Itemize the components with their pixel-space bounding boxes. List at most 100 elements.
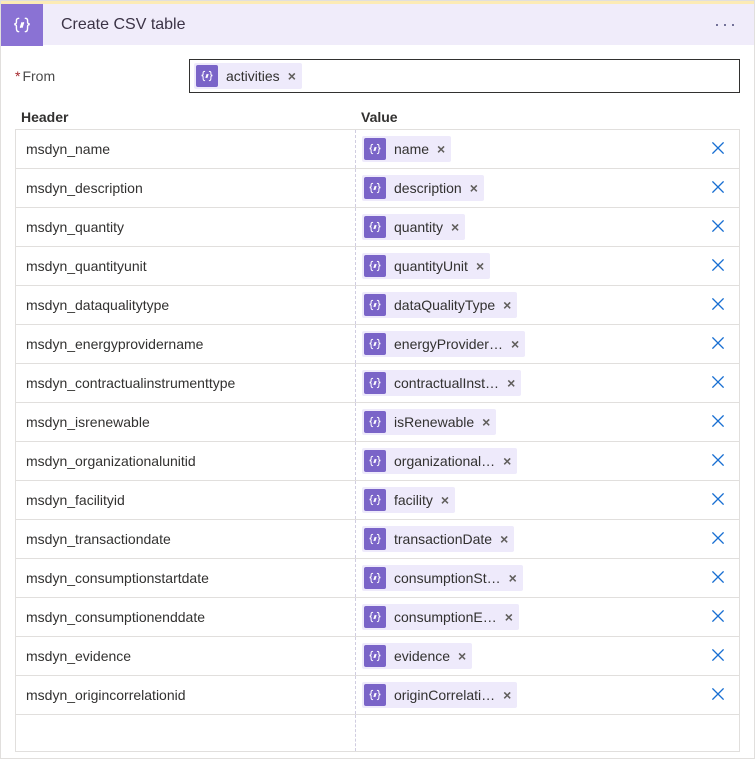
row-delete-cell xyxy=(699,286,739,324)
value-token[interactable]: organizational… × xyxy=(362,448,517,474)
value-token[interactable]: originCorrelati… × xyxy=(362,682,517,708)
delete-row-button[interactable] xyxy=(709,529,729,549)
value-cell[interactable]: isRenewable × xyxy=(356,403,699,441)
value-cell[interactable]: quantityUnit × xyxy=(356,247,699,285)
header-cell[interactable]: msdyn_energyprovidername xyxy=(16,325,356,363)
header-cell[interactable] xyxy=(16,715,356,751)
value-token[interactable]: name × xyxy=(362,136,451,162)
mapping-rows: msdyn_name name × msdyn_description xyxy=(15,129,740,752)
value-token[interactable]: evidence × xyxy=(362,643,472,669)
delete-row-button[interactable] xyxy=(709,568,729,588)
value-token-remove[interactable]: × xyxy=(503,297,511,313)
value-cell[interactable]: name × xyxy=(356,130,699,168)
header-cell[interactable]: msdyn_facilityid xyxy=(16,481,356,519)
delete-row-button[interactable] xyxy=(709,373,729,393)
from-label: *From xyxy=(15,68,189,84)
value-token-remove[interactable]: × xyxy=(503,453,511,469)
header-cell[interactable]: msdyn_quantityunit xyxy=(16,247,356,285)
value-token-remove[interactable]: × xyxy=(509,570,517,586)
value-token-remove[interactable]: × xyxy=(476,258,484,274)
value-token[interactable]: quantity × xyxy=(362,214,465,240)
from-input[interactable]: activities × xyxy=(189,59,740,93)
header-cell[interactable]: msdyn_consumptionstartdate xyxy=(16,559,356,597)
value-cell[interactable]: description × xyxy=(356,169,699,207)
value-token-remove[interactable]: × xyxy=(482,414,490,430)
delete-row-button[interactable] xyxy=(709,646,729,666)
value-cell[interactable]: originCorrelati… × xyxy=(356,676,699,714)
delete-row-button[interactable] xyxy=(709,334,729,354)
header-cell[interactable]: msdyn_organizationalunitid xyxy=(16,442,356,480)
value-cell[interactable] xyxy=(356,715,699,751)
value-token[interactable]: consumptionE… × xyxy=(362,604,519,630)
delete-row-button[interactable] xyxy=(709,295,729,315)
value-cell[interactable]: quantity × xyxy=(356,208,699,246)
value-token-remove[interactable]: × xyxy=(511,336,519,352)
header-cell[interactable]: msdyn_evidence xyxy=(16,637,356,675)
header-cell[interactable]: msdyn_origincorrelationid xyxy=(16,676,356,714)
value-cell[interactable]: contractualInst… × xyxy=(356,364,699,402)
value-token-label: energyProvider… xyxy=(394,336,503,352)
value-token-remove[interactable]: × xyxy=(500,531,508,547)
value-token-remove[interactable]: × xyxy=(503,687,511,703)
value-token[interactable]: contractualInst… × xyxy=(362,370,521,396)
action-body: *From activities × Header Value msdyn_na… xyxy=(1,45,754,758)
value-token[interactable]: facility × xyxy=(362,487,455,513)
value-token[interactable]: transactionDate × xyxy=(362,526,514,552)
row-delete-cell xyxy=(699,676,739,714)
value-cell[interactable]: transactionDate × xyxy=(356,520,699,558)
value-token-label: description xyxy=(394,180,462,196)
header-cell[interactable]: msdyn_contractualinstrumenttype xyxy=(16,364,356,402)
value-cell[interactable]: consumptionSt… × xyxy=(356,559,699,597)
value-token-remove[interactable]: × xyxy=(451,219,459,235)
value-cell[interactable]: organizational… × xyxy=(356,442,699,480)
value-token[interactable]: description × xyxy=(362,175,484,201)
mapping-row: msdyn_facilityid facility × xyxy=(16,481,739,520)
expression-icon xyxy=(364,528,386,550)
row-delete-cell xyxy=(699,637,739,675)
header-cell[interactable]: msdyn_quantity xyxy=(16,208,356,246)
value-token[interactable]: dataQualityType × xyxy=(362,292,517,318)
from-token[interactable]: activities × xyxy=(194,63,302,89)
header-text: msdyn_dataqualitytype xyxy=(26,297,169,313)
value-token-label: originCorrelati… xyxy=(394,687,495,703)
value-cell[interactable]: facility × xyxy=(356,481,699,519)
header-text: msdyn_organizationalunitid xyxy=(26,453,196,469)
delete-row-button[interactable] xyxy=(709,412,729,432)
delete-row-button[interactable] xyxy=(709,178,729,198)
value-token-remove[interactable]: × xyxy=(441,492,449,508)
value-token-remove[interactable]: × xyxy=(505,609,513,625)
value-token-remove[interactable]: × xyxy=(458,648,466,664)
header-cell[interactable]: msdyn_name xyxy=(16,130,356,168)
expression-icon xyxy=(364,216,386,238)
delete-row-button[interactable] xyxy=(709,139,729,159)
value-token[interactable]: consumptionSt… × xyxy=(362,565,523,591)
value-token-remove[interactable]: × xyxy=(470,180,478,196)
value-cell[interactable]: energyProvider… × xyxy=(356,325,699,363)
header-text: msdyn_name xyxy=(26,141,110,157)
delete-row-button[interactable] xyxy=(709,451,729,471)
header-cell[interactable]: msdyn_isrenewable xyxy=(16,403,356,441)
value-token[interactable]: quantityUnit × xyxy=(362,253,490,279)
header-cell[interactable]: msdyn_consumptionenddate xyxy=(16,598,356,636)
delete-row-button[interactable] xyxy=(709,217,729,237)
value-token[interactable]: energyProvider… × xyxy=(362,331,525,357)
delete-row-button[interactable] xyxy=(709,256,729,276)
value-cell[interactable]: consumptionE… × xyxy=(356,598,699,636)
value-token-remove[interactable]: × xyxy=(437,141,445,157)
header-text: msdyn_origincorrelationid xyxy=(26,687,186,703)
action-menu-button[interactable]: ··· xyxy=(708,10,744,39)
delete-row-button[interactable] xyxy=(709,685,729,705)
header-cell[interactable]: msdyn_description xyxy=(16,169,356,207)
row-delete-cell xyxy=(699,364,739,402)
header-cell[interactable]: msdyn_transactiondate xyxy=(16,520,356,558)
value-token[interactable]: isRenewable × xyxy=(362,409,496,435)
delete-row-button[interactable] xyxy=(709,607,729,627)
from-token-remove[interactable]: × xyxy=(288,68,296,84)
header-cell[interactable]: msdyn_dataqualitytype xyxy=(16,286,356,324)
delete-row-button[interactable] xyxy=(709,490,729,510)
value-cell[interactable]: evidence × xyxy=(356,637,699,675)
value-cell[interactable]: dataQualityType × xyxy=(356,286,699,324)
value-token-remove[interactable]: × xyxy=(507,375,515,391)
action-header[interactable]: Create CSV table ··· xyxy=(1,1,754,45)
value-token-label: dataQualityType xyxy=(394,297,495,313)
